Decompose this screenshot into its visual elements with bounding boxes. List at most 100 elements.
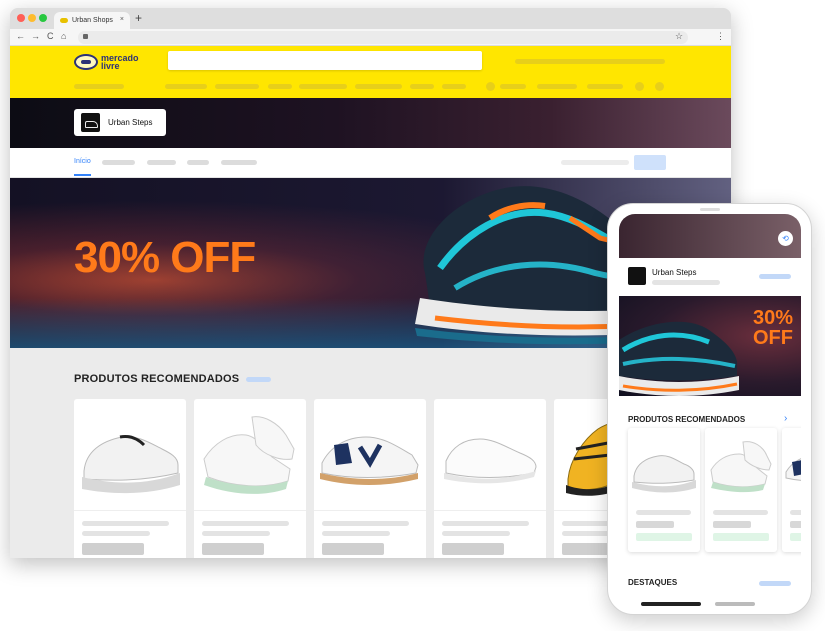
price-placeholder <box>442 543 504 555</box>
white-running-shoe-icon <box>82 435 180 494</box>
mobile-phone-frame: ⟲ Urban Steps 30% OFF PRODUTOS RECOMENDA… <box>607 203 812 615</box>
shipping-placeholder <box>713 533 769 541</box>
product-title-placeholder <box>442 531 510 536</box>
product-title-placeholder <box>442 521 529 526</box>
reload-icon[interactable]: C <box>47 31 54 41</box>
nav-placeholder[interactable] <box>355 84 402 89</box>
product-title-placeholder <box>636 510 691 515</box>
white-running-shoe-icon <box>632 455 696 493</box>
price-placeholder <box>202 543 264 555</box>
marketplace-header: mercado livre <box>10 46 731 98</box>
favorites-placeholder[interactable] <box>587 84 623 89</box>
active-tab-indicator <box>74 174 91 176</box>
tab-placeholder[interactable] <box>221 160 257 165</box>
white-navy-sneaker-icon <box>320 436 419 485</box>
price-placeholder <box>713 521 751 528</box>
forward-arrow-icon[interactable]: → <box>31 31 40 41</box>
browser-tab[interactable]: Urban Shops × <box>54 12 130 29</box>
store-nav: Início <box>10 148 731 178</box>
mobile-store-banner: ⟲ <box>619 214 801 258</box>
minimize-window-button[interactable] <box>28 14 36 22</box>
nav-placeholder[interactable] <box>442 84 466 89</box>
mobile-hero-banner[interactable]: 30% OFF <box>619 296 801 396</box>
product-card[interactable] <box>74 399 186 558</box>
purchases-placeholder[interactable] <box>537 84 577 89</box>
logo-text: mercado livre <box>101 53 139 71</box>
store-subtitle-placeholder <box>652 280 720 285</box>
account-placeholder[interactable] <box>500 84 526 89</box>
mobile-highlights-title: DESTAQUES <box>628 578 678 587</box>
tab-close-icon[interactable]: × <box>120 16 124 23</box>
mobile-product-card[interactable] <box>628 428 700 552</box>
mobile-store-name: Urban Steps <box>652 268 697 277</box>
card-divider <box>194 510 306 511</box>
see-all-placeholder[interactable] <box>759 581 791 586</box>
product-card[interactable] <box>194 399 306 558</box>
store-search-placeholder[interactable] <box>561 160 629 165</box>
nav-placeholder[interactable] <box>268 84 292 89</box>
shoe-logo-icon <box>628 267 646 285</box>
back-arrow-icon[interactable]: ← <box>16 31 25 41</box>
hero-line-1: 30% <box>752 307 793 329</box>
mobile-product-card[interactable] <box>782 428 801 552</box>
shoe-logo-icon <box>81 113 100 132</box>
home-icon[interactable]: ⌂ <box>61 31 66 41</box>
highlight-product-preview[interactable] <box>715 602 755 606</box>
new-tab-button[interactable]: + <box>135 11 142 25</box>
follow-button[interactable] <box>634 155 666 170</box>
search-input[interactable] <box>168 51 482 70</box>
product-card[interactable] <box>434 399 546 558</box>
tab-placeholder[interactable] <box>187 160 209 165</box>
mobile-hero-headline: 30% OFF <box>753 308 793 348</box>
white-navy-sneaker-icon <box>785 458 801 481</box>
url-field[interactable] <box>78 31 688 44</box>
browser-menu-icon[interactable]: ⋮ <box>716 31 725 42</box>
notification-icon[interactable] <box>635 82 644 91</box>
tab-inicio[interactable]: Início <box>74 158 91 165</box>
favicon-icon <box>60 18 68 23</box>
product-title-placeholder <box>202 521 289 526</box>
lock-icon <box>83 34 88 39</box>
chevron-right-icon[interactable]: › <box>784 413 787 424</box>
close-window-button[interactable] <box>17 14 25 22</box>
price-placeholder <box>790 521 801 528</box>
share-icon[interactable]: ⟲ <box>778 231 793 246</box>
maximize-window-button[interactable] <box>39 14 47 22</box>
product-title-placeholder <box>82 521 169 526</box>
see-all-placeholder[interactable] <box>246 377 271 382</box>
white-green-sneaker-icon <box>203 416 295 494</box>
tab-placeholder[interactable] <box>102 160 135 165</box>
tab-placeholder[interactable] <box>147 160 176 165</box>
price-placeholder <box>322 543 384 555</box>
bookmark-star-icon[interactable]: ☆ <box>675 31 683 42</box>
price-placeholder <box>636 521 674 528</box>
highlight-product-preview[interactable] <box>641 602 701 606</box>
hero-sneaker-image <box>619 321 739 396</box>
tab-title: Urban Shops <box>72 17 113 24</box>
mobile-recommended-title: PRODUTOS RECOMENDADOS <box>628 415 746 424</box>
store-banner: Urban Steps <box>10 98 731 148</box>
nav-placeholder[interactable] <box>299 84 347 89</box>
hero-headline: 30% OFF <box>74 233 256 282</box>
card-divider <box>434 510 546 511</box>
account-icon[interactable] <box>486 82 495 91</box>
nav-placeholder[interactable] <box>165 84 207 89</box>
price-placeholder <box>82 543 144 555</box>
product-title-placeholder <box>202 531 270 536</box>
handshake-logo-icon <box>74 54 98 70</box>
location-placeholder[interactable] <box>74 84 124 89</box>
phone-notch <box>700 208 720 211</box>
product-card[interactable] <box>314 399 426 558</box>
product-title-placeholder <box>82 531 150 536</box>
stage: Urban Shops × + ← → C ⌂ ☆ ⋮ mercado livr… <box>0 0 825 631</box>
shipping-placeholder <box>790 533 801 541</box>
nav-placeholder[interactable] <box>215 84 259 89</box>
cart-icon[interactable] <box>655 82 664 91</box>
follow-button[interactable] <box>759 274 791 279</box>
mobile-product-card[interactable] <box>705 428 777 552</box>
nav-placeholder[interactable] <box>410 84 434 89</box>
mobile-screen: ⟲ Urban Steps 30% OFF PRODUTOS RECOMENDA… <box>619 214 801 606</box>
mercado-livre-logo[interactable]: mercado livre <box>74 53 141 71</box>
store-badge[interactable]: Urban Steps <box>74 109 166 136</box>
shipping-placeholder <box>636 533 692 541</box>
